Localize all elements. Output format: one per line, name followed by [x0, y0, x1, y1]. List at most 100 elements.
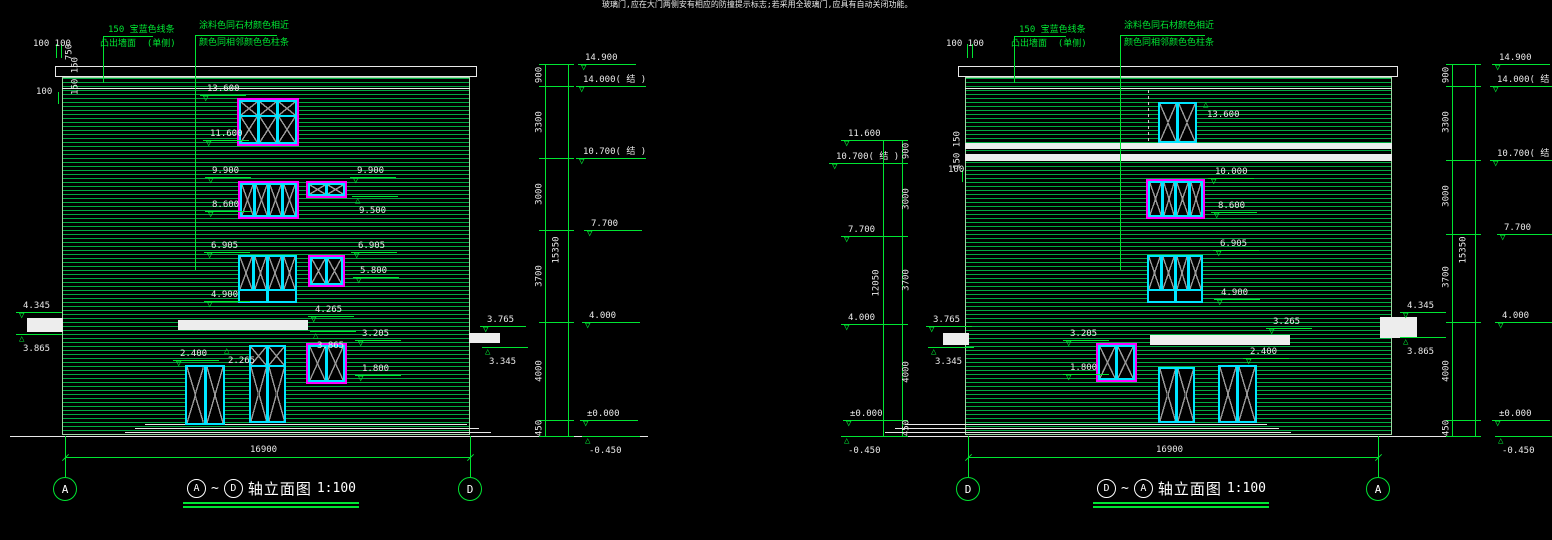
ground-step-line: [855, 436, 1455, 437]
dim-tick: [877, 163, 908, 164]
elevation-marker-triangle: ▽: [311, 316, 316, 325]
tilde: ~: [1121, 481, 1129, 496]
elevation-marker-value: 2.400: [1250, 348, 1277, 357]
window-pane: [1190, 257, 1201, 289]
dim-tick: [1446, 86, 1481, 87]
tilde: ~: [211, 481, 219, 496]
elevation-marker-triangle: ▽: [579, 158, 584, 167]
door-row: [1160, 369, 1193, 421]
elevation-marker-value: 4.345: [23, 302, 50, 311]
elevation-marker-value: 10.700( 结 ): [836, 153, 899, 162]
elevation-marker-value: 3.265: [1273, 318, 1300, 327]
window-pane: [241, 102, 257, 115]
leader-line: [1120, 35, 1205, 36]
elevation-marker-triangle: ▽: [1495, 64, 1500, 73]
window-pane: [328, 347, 343, 380]
elevation-marker-value: 11.600: [210, 130, 243, 139]
window-pane: [284, 257, 296, 289]
dim-total-value: 15350: [553, 236, 562, 263]
window-pane: [240, 257, 252, 289]
elevation-marker-value: 10.700( 结 ): [1497, 150, 1552, 159]
dim-tick: [1446, 160, 1481, 161]
dim-value: 4000: [903, 361, 912, 383]
elevation-marker-triangle: ▽: [1495, 420, 1500, 429]
canopy-band: [965, 143, 1392, 149]
axis-bubble-from: A: [187, 479, 206, 498]
elevation-marker-value: 6.905: [211, 242, 238, 251]
window: [1147, 255, 1203, 303]
window-pane: [270, 185, 281, 215]
window-row: [1149, 257, 1201, 289]
title-underline: [183, 502, 359, 504]
elevation-marker-value: 3.345: [935, 358, 962, 367]
elevation-marker-value: 4.000: [589, 312, 616, 321]
elevation-marker-value: 7.700: [848, 226, 875, 235]
elevation-marker-value: 1.800: [362, 365, 389, 374]
elevation-marker-value: 3.765: [933, 316, 960, 325]
elevation-marker-value: -0.450: [848, 447, 881, 456]
dim-value: 900: [1443, 67, 1452, 83]
elevation-marker-triangle: ▽: [844, 236, 849, 245]
axis-bubble-A[interactable]: A: [1366, 477, 1390, 501]
title-underline: [1093, 506, 1269, 508]
window-pane: [1149, 257, 1160, 289]
dim-chain-line: [568, 64, 569, 436]
elevation-marker-value: 2.265: [228, 357, 255, 366]
elevation-marker-triangle: △: [1498, 437, 1503, 446]
dim-tick: [877, 236, 908, 237]
parapet-band: [55, 66, 477, 77]
leader-line: [1014, 36, 1066, 37]
elevation-marker-triangle: △: [19, 335, 24, 344]
window-row: [312, 259, 341, 283]
drawing-canvas[interactable]: 玻璃门,应在大门两侧安有相应的防撞提示标志;若采用全玻璃门,应具有自动关闭功能。…: [0, 0, 1552, 540]
window-pane: [328, 185, 343, 194]
elevation-marker-value: ±0.000: [850, 410, 883, 419]
elevation-marker-value: 13.600: [207, 85, 240, 94]
door-row: [251, 367, 284, 421]
elevation-marker-line: [1492, 420, 1550, 421]
elevation-marker-triangle: ▽: [1500, 234, 1505, 243]
dim-value: 3300: [536, 111, 545, 133]
elevation-marker-triangle: ▽: [832, 163, 837, 172]
ground-step-line: [62, 88, 470, 89]
axis-dim-value: 16900: [250, 446, 277, 455]
dim-value: 3700: [903, 269, 912, 291]
elevation-marker-triangle: ▽: [207, 301, 212, 310]
axis-bubble-to: A: [1134, 479, 1153, 498]
dim-text: 150 150: [72, 57, 81, 95]
elevation-marker-value: 4.265: [315, 306, 342, 315]
elevation-marker-value: 4.000: [1502, 312, 1529, 321]
axis-dim-line: [65, 457, 470, 458]
axis-bubble-D[interactable]: D: [956, 477, 980, 501]
elevation-marker-value: 3.865: [1407, 348, 1434, 357]
dim-value: 900: [903, 143, 912, 159]
leader-line: [1120, 35, 1121, 270]
elevation-marker-triangle: ▽: [1246, 358, 1251, 367]
elevation-marker-value: 8.600: [1218, 202, 1245, 211]
window-pane: [312, 259, 325, 283]
ground-step-line: [905, 424, 1267, 425]
dim-tick: [539, 230, 574, 231]
elevation-marker-value: 4.900: [211, 291, 238, 300]
canopy-band: [943, 333, 969, 345]
window-pane: [1164, 183, 1175, 215]
elevation-marker-triangle: △: [931, 348, 936, 357]
window-pane: [328, 259, 341, 283]
window-row: [241, 102, 295, 115]
window-row: [310, 347, 343, 380]
axis-bubble-A[interactable]: A: [53, 477, 77, 501]
elevation-marker-triangle: △: [1203, 101, 1208, 110]
elevation-marker-triangle: ▽: [356, 277, 361, 286]
elevation-marker-triangle: △: [224, 347, 229, 356]
dim-tick: [877, 140, 908, 141]
elevation-marker-triangle: ▽: [203, 95, 208, 104]
general-note: 玻璃门,应在大门两侧安有相应的防撞提示标志;若采用全玻璃门,应具有自动关闭功能。: [602, 1, 912, 9]
dim-value: 3000: [903, 188, 912, 210]
window-row: [310, 185, 343, 194]
elevation-marker-value: 6.905: [358, 242, 385, 251]
elevation-marker-value: 5.800: [360, 267, 387, 276]
axis-bubble-D[interactable]: D: [458, 477, 482, 501]
dim-tick: [877, 436, 908, 437]
door-pane: [1160, 369, 1175, 421]
elevation-marker-triangle: ▽: [581, 64, 586, 73]
